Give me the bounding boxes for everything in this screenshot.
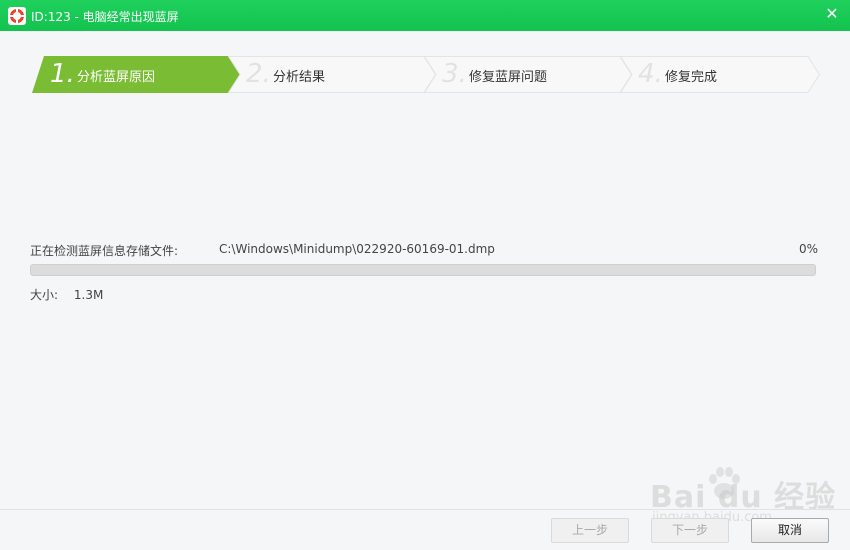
close-icon[interactable]: ✕	[822, 4, 842, 24]
step-2-number: 2.	[246, 59, 271, 89]
prev-step-button[interactable]: 上一步	[551, 518, 629, 543]
cancel-button[interactable]: 取消	[751, 518, 829, 543]
scan-status-row: 正在检测蓝屏信息存储文件: C:\Windows\Minidump\022920…	[30, 242, 818, 258]
footer-divider	[0, 509, 850, 510]
scan-percent: 0%	[798, 242, 818, 256]
scan-progress-bar	[30, 264, 816, 276]
file-size-value: 1.3M	[73, 288, 104, 302]
step-1-number: 1.	[50, 59, 75, 89]
step-2: 2. 分析结果	[228, 56, 436, 93]
step-4: 4. 修复完成	[620, 56, 820, 93]
step-progress-bar: 1. 分析蓝屏原因 2. 分析结果 3. 修复蓝屏问题 4. 修复完成	[32, 56, 822, 93]
step-1: 1. 分析蓝屏原因	[32, 56, 240, 93]
file-size-label: 大小:	[30, 288, 59, 302]
step-4-label: 修复完成	[665, 70, 718, 85]
step-2-label: 分析结果	[273, 70, 326, 85]
window-title: ID:123 - 电脑经常出现蓝屏	[31, 10, 179, 24]
next-step-button[interactable]: 下一步	[651, 518, 729, 543]
scan-status-label: 正在检测蓝屏信息存储文件:	[30, 244, 179, 258]
step-4-number: 4.	[638, 59, 663, 89]
step-3: 3. 修复蓝屏问题	[424, 56, 632, 93]
title-bar: ID:123 - 电脑经常出现蓝屏 ✕	[0, 0, 850, 31]
scan-file-path: C:\Windows\Minidump\022920-60169-01.dmp	[219, 242, 495, 256]
step-3-label: 修复蓝屏问题	[469, 70, 548, 85]
step-3-number: 3.	[442, 59, 467, 89]
file-size-row: 大小: 1.3M	[30, 286, 103, 303]
step-1-label: 分析蓝屏原因	[77, 70, 156, 85]
lifebuoy-icon	[8, 7, 26, 25]
